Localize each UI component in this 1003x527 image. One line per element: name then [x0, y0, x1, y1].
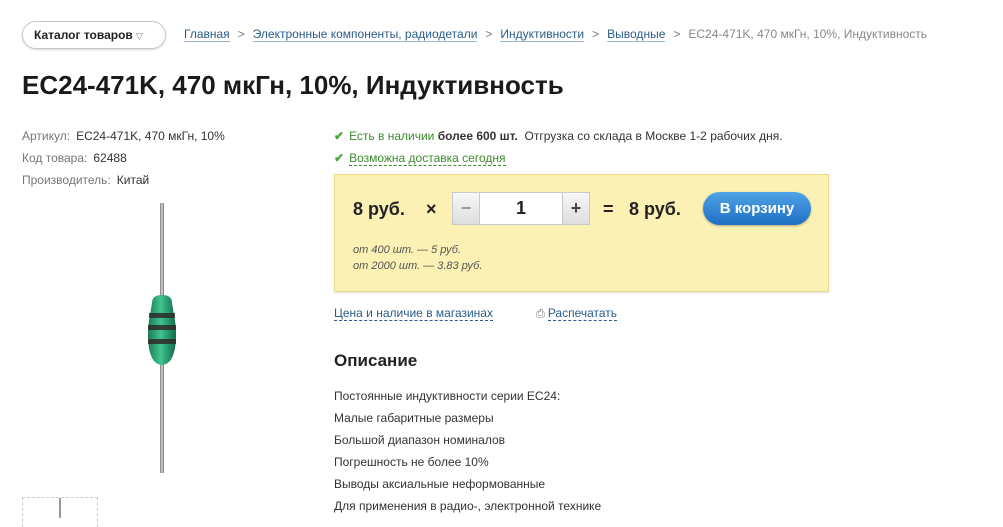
- shipping-info: Отгрузка со склада в Москве 1-2 рабочих …: [524, 129, 783, 143]
- breadcrumb-separator: >: [673, 27, 681, 41]
- meta-manufacturer-label: Производитель:: [22, 173, 111, 187]
- breadcrumb-leaded[interactable]: Выводные: [607, 27, 666, 42]
- delivery-status: ✔ Возможна доставка сегодня: [334, 151, 506, 166]
- quantity-increase-button[interactable]: +: [562, 193, 589, 224]
- add-to-cart-button[interactable]: В корзину: [703, 192, 811, 225]
- breadcrumb-electronics[interactable]: Электронные компоненты, радиодетали: [252, 27, 478, 42]
- page-title: EC24-471K, 470 мкГн, 10%, Индуктивность: [22, 70, 564, 100]
- price-box: 8 руб. × − 1 + = 8 руб. В корзину от 400…: [334, 174, 829, 292]
- stock-amount: более 600 шт.: [437, 129, 518, 143]
- total-price: 8 руб.: [629, 199, 681, 219]
- chevron-down-icon: ▽: [135, 31, 143, 41]
- price-tier: от 2000 шт. — 3.83 руб.: [353, 260, 483, 272]
- catalog-button-label: Каталог товаров: [34, 28, 133, 42]
- breadcrumb-separator: >: [237, 27, 245, 41]
- description-line: Постоянные индуктивности серии EC24:: [334, 389, 561, 403]
- stock-status: ✔ Есть в наличии более 600 шт. Отгрузка с…: [334, 129, 783, 143]
- print-link[interactable]: Распечатать: [547, 306, 618, 321]
- description-title: Описание: [334, 351, 418, 370]
- equals-sign: =: [603, 199, 614, 219]
- quantity-decrease-button[interactable]: −: [453, 193, 480, 224]
- meta-code-value: 62488: [93, 151, 127, 165]
- breadcrumb-separator: >: [485, 27, 493, 41]
- meta-code: Код товара: 62488: [22, 151, 127, 165]
- meta-article-value: EC24-471K, 470 мкГн, 10%: [76, 129, 225, 143]
- description-line: Выводы аксиальные неформованные: [334, 477, 546, 491]
- product-thumbnail[interactable]: [22, 497, 98, 527]
- stores-link-wrap: Цена и наличие в магазинах: [334, 306, 493, 321]
- check-icon: ✔: [334, 129, 345, 143]
- description-line: Малые габаритные размеры: [334, 411, 494, 425]
- stores-availability-link[interactable]: Цена и наличие в магазинах: [334, 306, 493, 321]
- breadcrumb-home[interactable]: Главная: [184, 27, 230, 42]
- quantity-input[interactable]: 1: [480, 193, 562, 224]
- meta-article-label: Артикул:: [22, 129, 71, 143]
- product-image[interactable]: [130, 203, 200, 473]
- breadcrumb-current: EC24-471K, 470 мкГн, 10%, Индуктивность: [688, 27, 928, 41]
- quantity-stepper: − 1 +: [452, 192, 590, 225]
- printer-icon: ⎙: [536, 308, 545, 320]
- meta-article: Артикул: EC24-471K, 470 мкГн, 10%: [22, 129, 225, 143]
- unit-price: 8 руб.: [353, 199, 405, 219]
- delivery-link[interactable]: Возможна доставка сегодня: [349, 151, 506, 166]
- breadcrumb-separator: >: [592, 27, 600, 41]
- stock-prefix: Есть в наличии: [349, 129, 435, 143]
- description-line: Погрешность не более 10%: [334, 455, 489, 469]
- print-link-wrap: ⎙ Распечатать: [536, 306, 618, 321]
- multiply-sign: ×: [426, 199, 437, 219]
- breadcrumb: Главная > Электронные компоненты, радиодет…: [184, 27, 928, 42]
- meta-code-label: Код товара:: [22, 151, 88, 165]
- breadcrumb-inductors[interactable]: Индуктивности: [500, 27, 585, 42]
- check-icon: ✔: [334, 151, 345, 165]
- price-tier: от 400 шт. — 5 руб.: [353, 244, 461, 256]
- meta-manufacturer-value: Китай: [116, 173, 150, 187]
- meta-manufacturer: Производитель: Китай: [22, 173, 149, 187]
- description-line: Для применения в радио-, электронной тех…: [334, 499, 602, 513]
- description-line: Большой диапазон номиналов: [334, 433, 506, 447]
- catalog-button[interactable]: Каталог товаров ▽: [22, 21, 166, 49]
